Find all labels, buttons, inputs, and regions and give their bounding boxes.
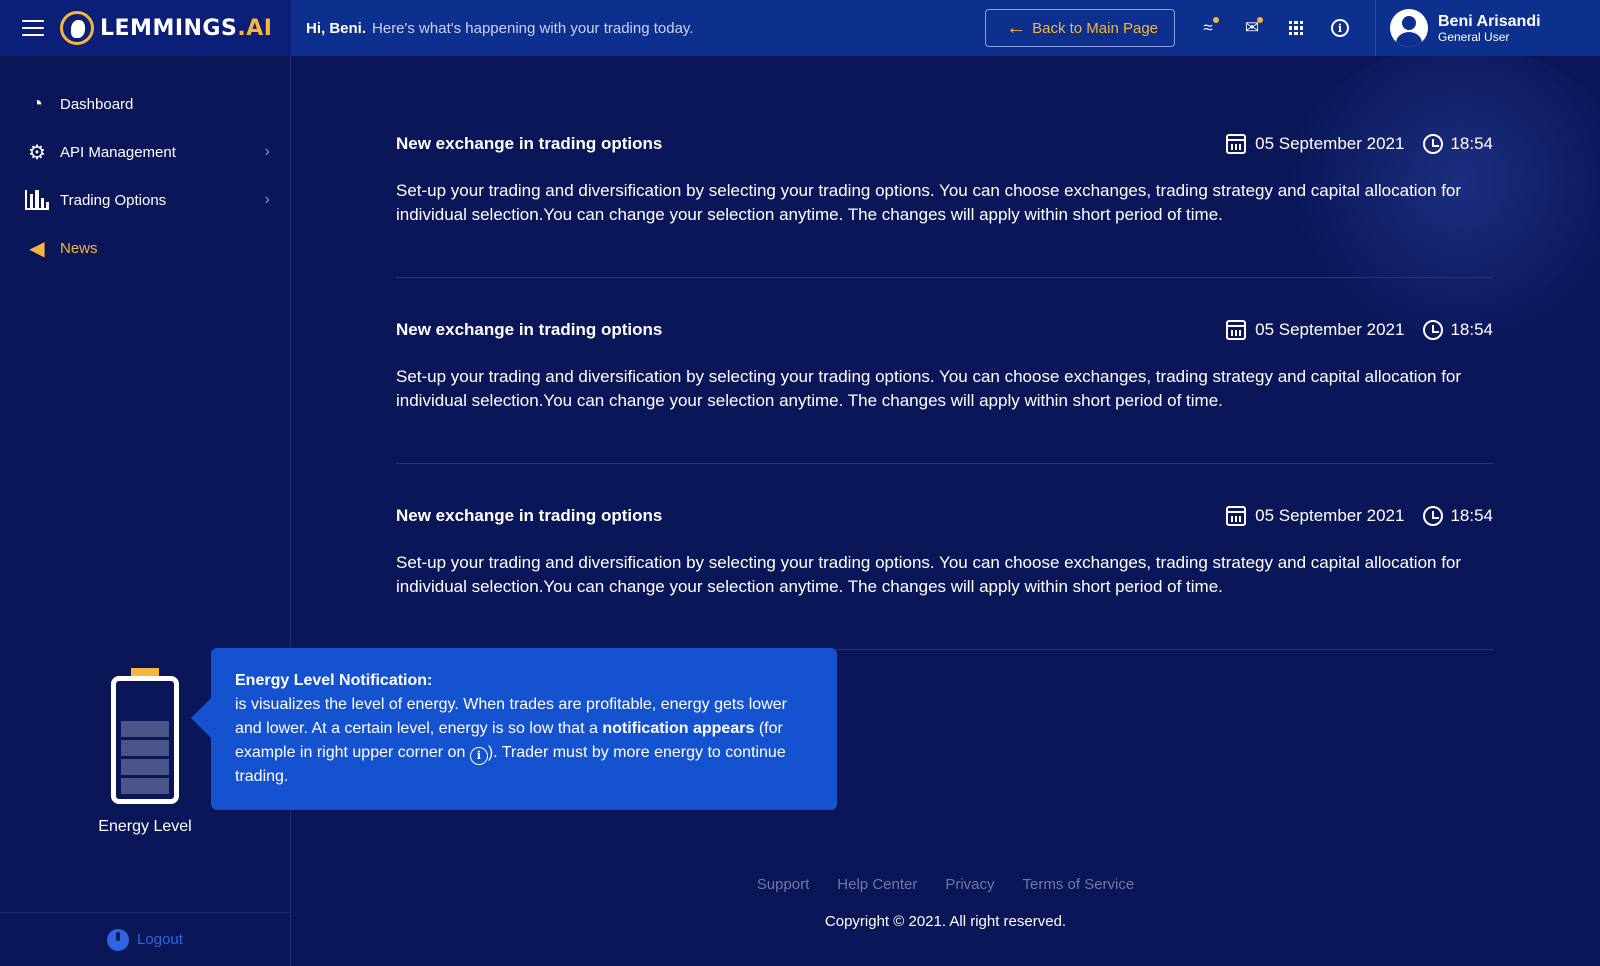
tooltip-title: Energy Level Notification: [235, 672, 433, 689]
news-header: New exchange in trading options 05 Septe… [396, 132, 1493, 156]
notification-dot [1213, 17, 1219, 23]
mail-icon[interactable]: ✉ [1241, 17, 1263, 39]
user-name: Beni Arisandi [1438, 12, 1541, 30]
logout-button[interactable]: Logout [0, 912, 290, 966]
sidebar-item-api-management[interactable]: ⚙ API Management › [0, 128, 290, 176]
logo-text[interactable]: LEMMINGS.AI [100, 16, 272, 41]
news-title[interactable]: New exchange in trading options [396, 320, 662, 340]
news-date: 05 September 2021 [1255, 506, 1405, 525]
notification-dot [1257, 17, 1263, 23]
news-meta: 05 September 2021 18:54 [1226, 506, 1493, 526]
news-body: Set-up your trading and diversification … [396, 553, 1462, 596]
back-to-main-button[interactable]: ← Back to Main Page [985, 9, 1175, 47]
clock-icon [1423, 134, 1444, 154]
bar-chart-icon [24, 188, 50, 212]
megaphone-icon: ◀ [29, 237, 45, 260]
main-content: New exchange in trading options 05 Septe… [291, 56, 1600, 966]
energy-label: Energy Level [98, 818, 192, 835]
back-button-label: Back to Main Page [1032, 19, 1158, 37]
sidebar-item-news[interactable]: ◀ News [0, 224, 290, 272]
clock-icon [1423, 506, 1444, 526]
greeting-text: Here's what's happening with your tradin… [372, 19, 694, 37]
news-time: 18:54 [1450, 506, 1493, 525]
hamburger-menu-icon[interactable] [22, 20, 44, 36]
api-icon: ⚙ [28, 141, 46, 164]
info-icon: i [469, 747, 488, 765]
greeting: Hi, Beni. Here's what's happening with yo… [291, 20, 985, 37]
sidebar-item-label: Trading Options [60, 191, 167, 209]
chevron-right-icon: › [264, 191, 270, 208]
calendar-icon [1226, 506, 1247, 526]
apps-grid-icon[interactable] [1285, 17, 1307, 39]
user-profile[interactable]: Beni Arisandi General User [1375, 0, 1600, 56]
logo-suffix: .AI [237, 15, 273, 41]
news-item: New exchange in trading options 05 Septe… [396, 504, 1493, 650]
news-title[interactable]: New exchange in trading options [396, 506, 662, 526]
news-body: Set-up your trading and diversification … [396, 367, 1462, 410]
news-body: Set-up your trading and diversification … [396, 181, 1462, 224]
top-icons: ≈ ✉ i [1197, 17, 1351, 39]
sidebar-item-label: Dashboard [60, 95, 134, 113]
news-meta: 05 September 2021 18:54 [1226, 134, 1493, 154]
activity-icon[interactable]: ≈ [1197, 17, 1219, 39]
news-header: New exchange in trading options 05 Septe… [396, 504, 1493, 528]
energy-level-widget[interactable]: Energy Level [95, 668, 195, 836]
chevron-right-icon: › [264, 143, 270, 160]
news-time: 18:54 [1450, 320, 1493, 339]
user-role: General User [1438, 29, 1510, 44]
logo-name: LEMMINGS [100, 15, 238, 41]
sidebar-item-label: News [60, 239, 98, 257]
footer-link-terms[interactable]: Terms of Service [1023, 876, 1135, 893]
energy-tooltip: Energy Level Notification: is visualizes… [191, 648, 837, 810]
news-date: 05 September 2021 [1255, 134, 1405, 153]
calendar-icon [1226, 134, 1247, 154]
logout-label: Logout [137, 931, 183, 948]
footer-links: Support Help Center Privacy Terms of Ser… [291, 876, 1600, 893]
avatar [1390, 9, 1428, 47]
sidebar-item-trading-options[interactable]: Trading Options › [0, 176, 290, 224]
brand-area: LEMMINGS.AI [0, 0, 291, 56]
info-icon[interactable]: i [1329, 17, 1351, 39]
news-header: New exchange in trading options 05 Septe… [396, 318, 1493, 342]
tooltip-bold-text: notification appears [602, 720, 755, 737]
news-meta: 05 September 2021 18:54 [1226, 320, 1493, 340]
copyright: Copyright © 2021. All right reserved. [824, 913, 1067, 930]
logo-icon [60, 11, 94, 45]
footer-link-privacy[interactable]: Privacy [945, 876, 994, 893]
calendar-icon [1226, 320, 1247, 340]
footer-link-help-center[interactable]: Help Center [837, 876, 917, 893]
news-item: New exchange in trading options 05 Septe… [396, 132, 1493, 278]
news-list: New exchange in trading options 05 Septe… [396, 132, 1493, 690]
news-time: 18:54 [1450, 134, 1493, 153]
top-bar: LEMMINGS.AI Hi, Beni. Here's what's happe… [0, 0, 1600, 56]
arrow-left-icon: ← [1006, 16, 1027, 39]
greeting-name: Hi, Beni. [306, 19, 367, 37]
news-item: New exchange in trading options 05 Septe… [396, 318, 1493, 464]
power-icon [107, 928, 130, 951]
battery-cap [131, 668, 159, 676]
footer-link-support[interactable]: Support [757, 876, 810, 893]
news-date: 05 September 2021 [1255, 320, 1405, 339]
clock-icon [1423, 320, 1444, 340]
battery-icon [111, 676, 179, 804]
speedometer-icon: ◔ [30, 92, 44, 115]
sidebar-item-label: API Management [60, 143, 176, 161]
sidebar-item-dashboard[interactable]: ◔ Dashboard [0, 80, 290, 128]
news-title[interactable]: New exchange in trading options [396, 134, 662, 154]
